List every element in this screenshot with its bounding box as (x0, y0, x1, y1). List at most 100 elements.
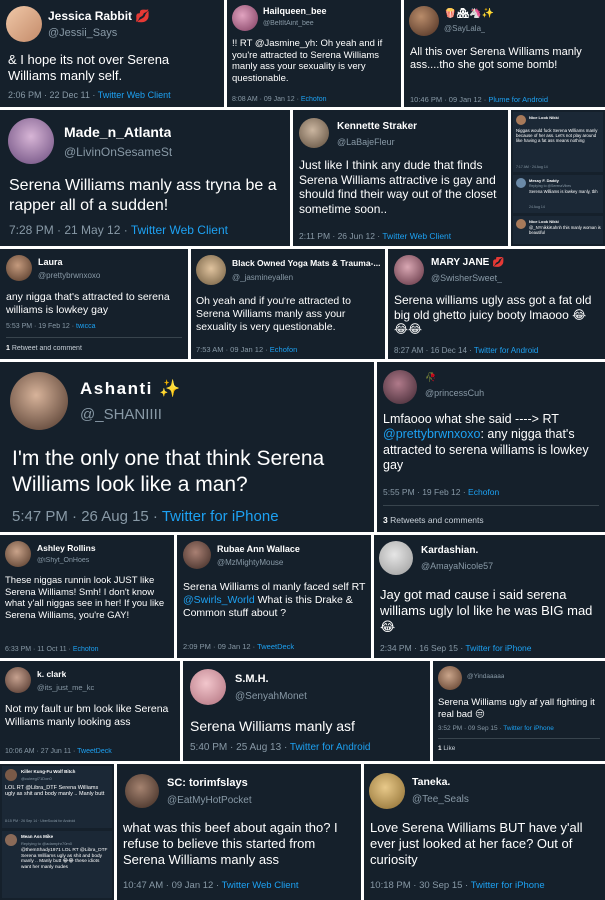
tweet-card[interactable]: @Yindaaaaa Serena Williams ugly af yall … (433, 661, 605, 761)
display-name: S.M.H. (235, 673, 269, 685)
tweet-card[interactable]: Rubae Ann Wallace @MzMightyMouse Serena … (177, 535, 371, 658)
tweet-meta: 5:55 PM · 19 Feb 12 · Echofon (383, 487, 500, 497)
tweet-source[interactable]: Echofon (270, 345, 298, 354)
tweet-source[interactable]: Twitter for Android (290, 742, 371, 753)
display-name: SC: torimfslays (167, 777, 248, 789)
user-handle: @SayLala_ (444, 24, 486, 33)
tweet-card[interactable]: Killer Kung-Fu Wolf Bitch @culeegl71Don0… (2, 766, 112, 828)
avatar[interactable] (394, 255, 424, 285)
avatar[interactable] (6, 255, 32, 281)
tweet-card[interactable]: Ashanti ✨ @_SHANIIII I'm the only one th… (0, 362, 374, 532)
user-handle: @_SHANIIII (80, 406, 162, 423)
user-handle: @its_just_me_kc (37, 683, 95, 692)
avatar[interactable] (369, 773, 405, 809)
avatar[interactable] (438, 666, 462, 690)
tweet-card[interactable]: Jessica Rabbit 💋 @Jessii_Says & I hope i… (0, 0, 224, 107)
tweet-collage[interactable]: Nice Look Nikki Niggas would fuck Serena… (511, 110, 605, 246)
display-name: Ashley Rollins (37, 543, 96, 553)
avatar[interactable] (6, 6, 42, 42)
engagement-count[interactable]: 1 Retweet and comment (6, 345, 82, 352)
tweet-card[interactable]: Nice Look Nikki @_NYnikkiKahnh this manl… (513, 216, 603, 244)
engagement-count[interactable]: 3 Retweets and comments (383, 515, 484, 525)
tweet-source[interactable]: Plume for Android (488, 95, 548, 104)
tweet-card[interactable]: Mean Ass Mike Replying to @adamphr70m0 @… (2, 831, 112, 898)
tweet-text: Oh yeah and if you're attracted to Seren… (196, 295, 351, 333)
tweet-source[interactable]: Echofon (468, 487, 499, 497)
tweet-meta: 24 Aug 14 (529, 205, 545, 209)
avatar[interactable] (183, 541, 211, 569)
avatar[interactable] (383, 370, 417, 404)
tweet-card[interactable]: Taneka. @Tee_Seals Love Serena Williams … (364, 764, 605, 900)
tweet-source[interactable]: Twitter for iPhone (465, 643, 531, 653)
tweet-card[interactable]: Kardashian. @AmayaNicole57 Jay got mad c… (374, 535, 605, 658)
tweet-card[interactable]: Black Owned Yoga Mats & Trauma-... @_jas… (191, 249, 385, 359)
tweet-source[interactable]: TweetDeck (77, 748, 112, 755)
tweet-text: @themShady1971 LOL RT @Libra_DTF Serena … (21, 848, 108, 870)
user-handle: @prettybrwnxoxo (38, 271, 101, 280)
tweet-collage[interactable]: Killer Kung-Fu Wolf Bitch @culeegl71Don0… (0, 764, 114, 900)
tweet-meta: 2:34 PM · 16 Sep 15 · Twitter for iPhone (380, 643, 532, 653)
tweet-meta: 10:47 AM · 09 Jan 12 · Twitter Web Clien… (123, 880, 299, 891)
tweet-card[interactable]: SC: torimfslays @EatMyHotPocket what was… (117, 764, 361, 900)
mention-link[interactable]: @prettybrwnxoxo (383, 427, 480, 441)
avatar[interactable] (125, 774, 159, 808)
avatar[interactable] (516, 115, 526, 125)
tweet-source[interactable]: Echofon (73, 646, 99, 653)
tweet-meta: 8:08 AM · 09 Jan 12 · Echofon (232, 96, 327, 103)
tweet-card[interactable]: Made_n_Atlanta @LivinOnSesameSt Serena W… (0, 110, 290, 246)
tweet-source[interactable]: Twitter for iPhone (471, 880, 545, 891)
avatar[interactable] (232, 5, 258, 31)
tweet-source[interactable]: Twitter Web Client (98, 90, 171, 100)
avatar[interactable] (516, 178, 526, 188)
avatar[interactable] (8, 118, 54, 164)
tweet-source[interactable]: Twitter for iPhone (503, 725, 554, 732)
tweet-text: All this over Serena Williams manly ass.… (410, 46, 582, 72)
tweet-card[interactable]: k. clark @its_just_me_kc Not my fault ur… (0, 661, 180, 761)
engagement-count[interactable]: 1 Like (438, 745, 455, 752)
mention-link[interactable]: @Swirls_World (183, 594, 255, 606)
tweet-card[interactable]: Nice Look Nikki Niggas would fuck Serena… (513, 112, 603, 172)
display-name: Mean Ass Mike (21, 834, 54, 839)
display-name: Nice Look Nikki (529, 219, 559, 224)
user-handle: @LaBajeFleur (337, 137, 395, 147)
tweet-source[interactable]: Twitter Web Client (222, 880, 299, 891)
avatar[interactable] (190, 669, 226, 705)
tweet-card[interactable]: Hailqueen_bee @BeltItAint_bee !! RT @Jas… (227, 0, 401, 107)
display-name: Made_n_Atlanta (64, 124, 172, 140)
tweet-card[interactable]: S.M.H. @SenyahMonet Serena Williams manl… (183, 661, 430, 761)
divider (6, 337, 182, 338)
avatar[interactable] (409, 6, 439, 36)
avatar[interactable] (5, 769, 17, 781)
tweet-text: Serena Williams ol manly faced self RT @… (183, 581, 366, 619)
tweet-source[interactable]: Twitter for iPhone (162, 508, 279, 525)
tweet-card[interactable]: Ashley Rollins @iShyt_OnHoes These nigga… (0, 535, 174, 658)
avatar[interactable] (299, 118, 329, 148)
display-name: Kennette Straker (337, 121, 418, 132)
tweet-source[interactable]: Twitter Web Client (382, 231, 451, 241)
tweet-source[interactable]: Echofon (301, 96, 327, 103)
tweet-card[interactable]: MARY JANE 💋 @SwisherSweet_ Serena willia… (388, 249, 605, 359)
avatar[interactable] (379, 541, 413, 575)
avatar[interactable] (5, 667, 31, 693)
tweet-text: Serena williams ugly ass got a fat old b… (394, 293, 592, 337)
tweet-text: Serena Williams manly ass tryna be a rap… (9, 177, 277, 214)
tweet-source[interactable]: Twitter for Android (474, 346, 538, 355)
divider (383, 505, 599, 506)
avatar[interactable] (10, 372, 68, 430)
tweet-source[interactable]: twicca (76, 323, 95, 330)
avatar[interactable] (5, 541, 31, 567)
tweet-source[interactable]: Twitter Web Client (131, 223, 228, 237)
tweet-source[interactable]: TweetDeck (257, 642, 294, 651)
avatar[interactable] (196, 255, 226, 285)
tweet-meta: 6:33 PM · 11 Oct 11 · Echofon (5, 646, 99, 653)
tweet-card[interactable]: Kennette Straker @LaBajeFleur Just like … (293, 110, 508, 246)
tweet-card[interactable]: Laura @prettybrwnxoxo any nigga that's a… (0, 249, 188, 359)
avatar[interactable] (5, 834, 17, 846)
tweet-text: Serena Williams manly asf (190, 718, 355, 734)
tweet-card[interactable]: 🥀 @princessCuh Lmfaooo what she said ---… (377, 362, 605, 532)
tweet-meta: 7:28 PM · 21 May 12 · Twitter Web Client (9, 223, 228, 237)
avatar[interactable] (516, 219, 526, 229)
tweet-card[interactable]: 🍿🏘🦄✨ @SayLala_ All this over Serena Will… (404, 0, 605, 107)
tweet-card[interactable]: Messy F. Daddy Replying to @SerenaVibes … (513, 175, 603, 213)
tweet-text: LOL RT @Libra_DTF Serena Williams ugly a… (5, 785, 105, 798)
